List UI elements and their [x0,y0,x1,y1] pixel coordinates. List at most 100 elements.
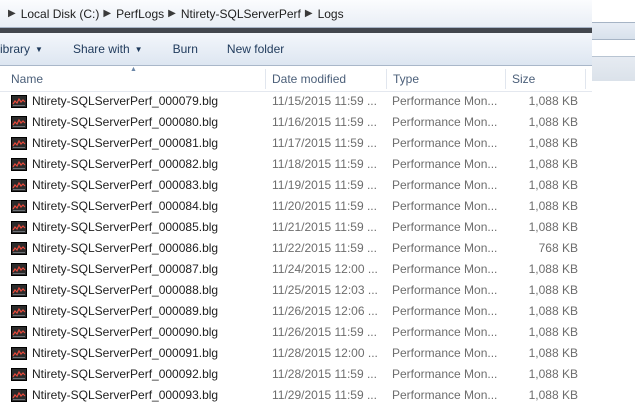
file-name[interactable]: Ntirety-SQLServerPerf_000090.blg [32,322,218,343]
column-header-type[interactable]: Type [393,67,419,91]
file-name[interactable]: Ntirety-SQLServerPerf_000092.blg [32,364,218,385]
file-name[interactable]: Ntirety-SQLServerPerf_000082.blg [32,154,218,175]
performance-log-icon [11,305,27,318]
file-type: Performance Mon... [392,325,498,339]
share-with-button[interactable]: Share with ▼ [73,33,143,66]
column-divider[interactable] [265,69,266,89]
file-row[interactable]: Ntirety-SQLServerPerf_000092.blg 11/28/20… [0,364,592,385]
file-size: 1,088 KB [528,199,578,213]
file-name[interactable]: Ntirety-SQLServerPerf_000093.blg [32,385,218,406]
column-header-row: ▲ Name Date modified Type Size [0,66,592,92]
strip-band [592,22,635,40]
file-size: 1,088 KB [528,388,578,402]
performance-log-icon [11,263,27,276]
file-date-modified: 11/19/2015 11:59 ... [272,178,377,192]
performance-log-icon [11,221,27,234]
column-divider[interactable] [386,69,387,89]
file-type: Performance Mon... [392,115,498,129]
file-name[interactable]: Ntirety-SQLServerPerf_000083.blg [32,175,218,196]
file-type: Performance Mon... [392,136,498,150]
file-name[interactable]: Ntirety-SQLServerPerf_000089.blg [32,301,218,322]
file-size: 1,088 KB [528,115,578,129]
file-name[interactable]: Ntirety-SQLServerPerf_000079.blg [32,91,218,112]
file-row[interactable]: Ntirety-SQLServerPerf_000086.blg 11/22/20… [0,238,592,259]
file-row[interactable]: Ntirety-SQLServerPerf_000085.blg 11/21/20… [0,217,592,238]
file-row[interactable]: Ntirety-SQLServerPerf_000091.blg 11/28/20… [0,343,592,364]
file-type: Performance Mon... [392,388,498,402]
file-type: Performance Mon... [392,178,498,192]
file-row[interactable]: Ntirety-SQLServerPerf_000093.blg 11/29/20… [0,385,592,406]
file-size: 1,088 KB [528,367,578,381]
chevron-right-icon[interactable]: ▶ [168,8,176,19]
include-in-library-button[interactable]: ibrary ▼ [0,33,43,66]
file-row[interactable]: Ntirety-SQLServerPerf_000084.blg 11/20/20… [0,196,592,217]
file-type: Performance Mon... [392,283,498,297]
file-row[interactable]: Ntirety-SQLServerPerf_000083.blg 11/19/20… [0,175,592,196]
file-date-modified: 11/17/2015 11:59 ... [272,136,377,150]
file-date-modified: 11/20/2015 11:59 ... [272,199,377,213]
file-row[interactable]: Ntirety-SQLServerPerf_000080.blg 11/16/20… [0,112,592,133]
file-name[interactable]: Ntirety-SQLServerPerf_000085.blg [32,217,218,238]
file-name[interactable]: Ntirety-SQLServerPerf_000086.blg [32,238,218,259]
file-name[interactable]: Ntirety-SQLServerPerf_000091.blg [32,343,218,364]
burn-label: Burn [172,42,198,56]
breadcrumb-perflogs[interactable]: PerfLogs [116,7,164,21]
file-row[interactable]: Ntirety-SQLServerPerf_000089.blg 11/26/20… [0,301,592,322]
column-header-date[interactable]: Date modified [272,67,346,91]
include-in-library-label: ibrary [0,42,31,56]
file-row[interactable]: Ntirety-SQLServerPerf_000081.blg 11/17/20… [0,133,592,154]
file-size: 1,088 KB [528,304,578,318]
file-type: Performance Mon... [392,199,498,213]
burn-button[interactable]: Burn [173,33,198,66]
file-type: Performance Mon... [392,241,498,255]
file-size: 1,088 KB [528,325,578,339]
address-bar-lead [0,5,4,23]
file-size: 1,088 KB [528,136,578,150]
chevron-right-icon[interactable]: ▶ [8,8,16,19]
file-date-modified: 11/28/2015 11:59 ... [272,367,377,381]
file-type: Performance Mon... [392,220,498,234]
file-size: 1,088 KB [528,262,578,276]
file-size: 1,088 KB [528,283,578,297]
file-name[interactable]: Ntirety-SQLServerPerf_000084.blg [32,196,218,217]
column-divider[interactable] [505,69,506,89]
file-date-modified: 11/21/2015 11:59 ... [272,220,377,234]
file-size: 1,088 KB [528,346,578,360]
strip-lower [592,56,635,81]
column-header-name[interactable]: Name [11,67,43,91]
performance-log-icon [11,284,27,297]
address-bar[interactable]: ▶ Local Disk (C:) ▶ PerfLogs ▶ Ntirety-S… [0,0,592,28]
command-bar: ibrary ▼ Share with ▼ Burn New folder [0,33,592,66]
file-row[interactable]: Ntirety-SQLServerPerf_000090.blg 11/26/20… [0,322,592,343]
performance-log-icon [11,368,27,381]
file-name[interactable]: Ntirety-SQLServerPerf_000088.blg [32,280,218,301]
chevron-right-icon[interactable]: ▶ [103,8,111,19]
file-date-modified: 11/26/2015 11:59 ... [272,325,377,339]
file-row[interactable]: Ntirety-SQLServerPerf_000087.blg 11/24/20… [0,259,592,280]
column-header-size[interactable]: Size [512,67,535,91]
file-date-modified: 11/26/2015 12:06 ... [272,304,378,318]
file-name[interactable]: Ntirety-SQLServerPerf_000081.blg [32,133,218,154]
performance-log-icon [11,137,27,150]
file-date-modified: 11/25/2015 12:03 ... [272,283,378,297]
column-divider[interactable] [585,69,586,89]
performance-log-icon [11,200,27,213]
strip-top [592,0,635,22]
breadcrumb-ntirety[interactable]: Ntirety-SQLServerPerf [181,7,301,21]
sort-up-icon: ▲ [130,66,137,73]
file-row[interactable]: Ntirety-SQLServerPerf_000082.blg 11/18/20… [0,154,592,175]
file-name[interactable]: Ntirety-SQLServerPerf_000087.blg [32,259,218,280]
new-folder-button[interactable]: New folder [227,33,284,66]
share-with-label: Share with [72,42,130,56]
breadcrumb-logs[interactable]: Logs [318,7,344,21]
file-date-modified: 11/28/2015 12:00 ... [272,346,378,360]
performance-log-icon [11,179,27,192]
window-background-strip [592,0,635,81]
performance-log-icon [11,347,27,360]
chevron-right-icon[interactable]: ▶ [305,8,313,19]
breadcrumb-local-disk[interactable]: Local Disk (C:) [21,7,100,21]
file-date-modified: 11/18/2015 11:59 ... [272,157,377,171]
file-row[interactable]: Ntirety-SQLServerPerf_000079.blg 11/15/20… [0,91,592,112]
file-name[interactable]: Ntirety-SQLServerPerf_000080.blg [32,112,218,133]
file-row[interactable]: Ntirety-SQLServerPerf_000088.blg 11/25/20… [0,280,592,301]
